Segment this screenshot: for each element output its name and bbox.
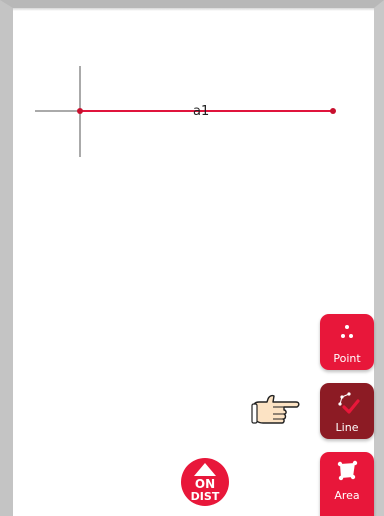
- on-dist-top-text: ON: [195, 477, 215, 491]
- area-icon: [337, 460, 358, 481]
- pointing-hand-icon: [251, 394, 300, 424]
- on-dist-button[interactable]: ON DIST: [180, 457, 230, 507]
- segment-end-point[interactable]: [330, 108, 336, 114]
- on-dist-bottom-text: DIST: [191, 490, 220, 503]
- point-tool-label: Point: [333, 352, 361, 365]
- area-tool-button[interactable]: Area: [320, 452, 374, 516]
- point-icon: [341, 325, 353, 338]
- line-check-icon: [338, 392, 360, 414]
- line-tool-button[interactable]: Line: [320, 383, 374, 439]
- segment-start-point[interactable]: [77, 108, 83, 114]
- point-tool-button[interactable]: Point: [320, 314, 374, 370]
- segment-label: a1: [193, 104, 209, 119]
- area-tool-label: Area: [334, 489, 360, 502]
- line-tool-label: Line: [335, 421, 359, 434]
